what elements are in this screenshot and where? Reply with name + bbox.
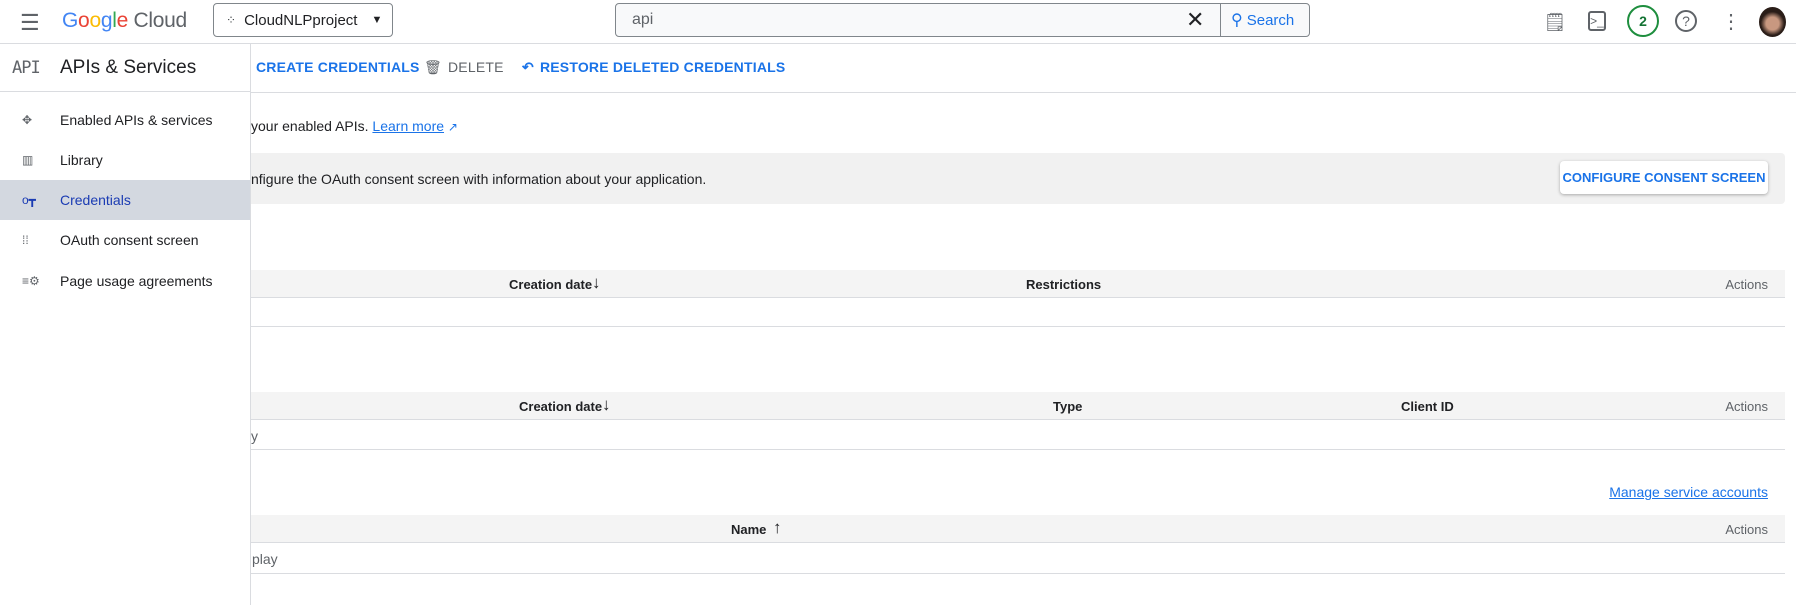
learn-more-link[interactable]: Learn more — [372, 118, 444, 134]
clear-icon[interactable]: ✕ — [1186, 7, 1204, 33]
arrow-down-icon[interactable]: ↓ — [602, 395, 611, 415]
sidebar-item-label: Library — [60, 152, 103, 168]
external-link-icon: ↗ — [447, 120, 458, 134]
sidebar-item-page-usage[interactable]: ≡⚙ Page usage agreements — [0, 261, 250, 301]
sidebar-title: APIs & Services — [60, 56, 197, 78]
column-name[interactable]: Name — [731, 522, 766, 537]
delete-label: DELETE — [447, 59, 504, 75]
column-actions: Actions — [1725, 277, 1768, 292]
column-actions: Actions — [1725, 399, 1768, 414]
table-row-text: play — [252, 551, 278, 567]
table-row-text: y — [251, 428, 258, 444]
sidebar-item-label: Page usage agreements — [60, 273, 213, 289]
column-creation-date[interactable]: Creation date — [509, 277, 592, 292]
search-button[interactable]: ⚲ Search — [1220, 4, 1310, 36]
intro-text: your enabled APIs. Learn more ↗ — [251, 118, 458, 134]
undo-icon: ↶ — [522, 59, 534, 75]
restore-label: RESTORE DELETED CREDENTIALS — [539, 59, 786, 75]
column-actions: Actions — [1725, 522, 1768, 537]
dropdown-icon: ▼ — [371, 14, 383, 26]
sidebar-item-library[interactable]: ▥ Library — [0, 140, 250, 180]
configure-consent-screen-button[interactable]: CONFIGURE CONSENT SCREEN — [1560, 161, 1768, 194]
arrow-up-icon[interactable]: ↑ — [773, 518, 782, 538]
service-accounts-table-header: Name ↑ Actions — [251, 515, 1785, 543]
project-icon: ⁘ — [226, 13, 237, 27]
delete-button[interactable]: 🗑 DELETE — [424, 59, 504, 76]
enabled-apis-icon: ✥ — [22, 113, 33, 127]
google-cloud-logo[interactable]: Google Cloud — [62, 9, 187, 33]
arrow-down-icon[interactable]: ↓ — [592, 273, 601, 293]
sidebar-item-label: OAuth consent screen — [60, 232, 199, 248]
row-divider — [251, 573, 1785, 574]
row-divider — [251, 449, 1785, 450]
sidebar-item-enabled-apis[interactable]: ✥ Enabled APIs & services — [0, 100, 250, 140]
trash-icon: 🗑 — [424, 59, 442, 75]
sidebar-item-label: Credentials — [60, 192, 131, 208]
search-input[interactable] — [616, 11, 1176, 29]
column-restrictions: Restrictions — [1026, 277, 1102, 292]
search-box: ✕ ⚲Search — [615, 3, 1310, 37]
settings-list-icon: ≡⚙ — [22, 274, 40, 288]
row-divider — [251, 326, 1785, 327]
oauth-banner: nfigure the OAuth consent screen with in… — [251, 153, 1785, 204]
sidebar-item-label: Enabled APIs & services — [60, 112, 213, 128]
intro-label: your enabled APIs. — [251, 118, 369, 134]
create-credentials-button[interactable]: CREATE CREDENTIALS — [256, 59, 420, 75]
key-icon: o┳ — [22, 193, 36, 207]
avatar[interactable] — [1759, 7, 1786, 37]
search-icon: ⚲ — [1231, 12, 1243, 29]
sidebar-item-oauth-consent[interactable]: ⁞⁞ OAuth consent screen — [0, 220, 250, 260]
banner-text: nfigure the OAuth consent screen with in… — [251, 171, 707, 187]
oauth-clients-table-header: Creation date ↓ Type Client ID Actions — [251, 392, 1785, 420]
sidebar-header: API APIs & Services — [0, 44, 250, 92]
column-creation-date[interactable]: Creation date — [519, 399, 602, 414]
library-icon: ▥ — [22, 153, 34, 167]
column-type: Type — [1053, 399, 1083, 414]
oauth-icon: ⁞⁞ — [22, 233, 29, 247]
project-name: CloudNLPproject — [244, 11, 358, 29]
manage-service-accounts-link[interactable]: Manage service accounts — [1609, 484, 1768, 500]
sidebar-item-credentials[interactable]: o┳ Credentials — [0, 180, 250, 220]
search-label: Search — [1246, 11, 1295, 29]
sidebar: API APIs & Services ✥ Enabled APIs & servi… — [0, 44, 251, 605]
top-bar: ☰ Google Cloud ⁘ CloudNLPproject ▼ ✕ ⚲Se… — [0, 0, 1796, 44]
hamburger-icon[interactable]: ☰ — [20, 10, 40, 36]
notifications-badge[interactable]: 2 — [1627, 5, 1659, 37]
help-icon[interactable]: ? — [1675, 10, 1697, 32]
project-selector[interactable]: ⁘ CloudNLPproject ▼ — [213, 3, 393, 37]
column-client-id: Client ID — [1401, 399, 1454, 414]
gemini-notes-icon[interactable]: 🗒 — [1543, 10, 1567, 34]
api-icon: API — [12, 57, 41, 78]
restore-deleted-button[interactable]: ↶ RESTORE DELETED CREDENTIALS — [522, 59, 785, 76]
more-vert-icon[interactable]: ⋮ — [1719, 10, 1743, 34]
divider — [251, 92, 1796, 93]
cloud-shell-icon[interactable]: >_ — [1588, 11, 1606, 31]
api-keys-table-header: Creation date ↓ Restrictions Actions — [251, 270, 1785, 298]
